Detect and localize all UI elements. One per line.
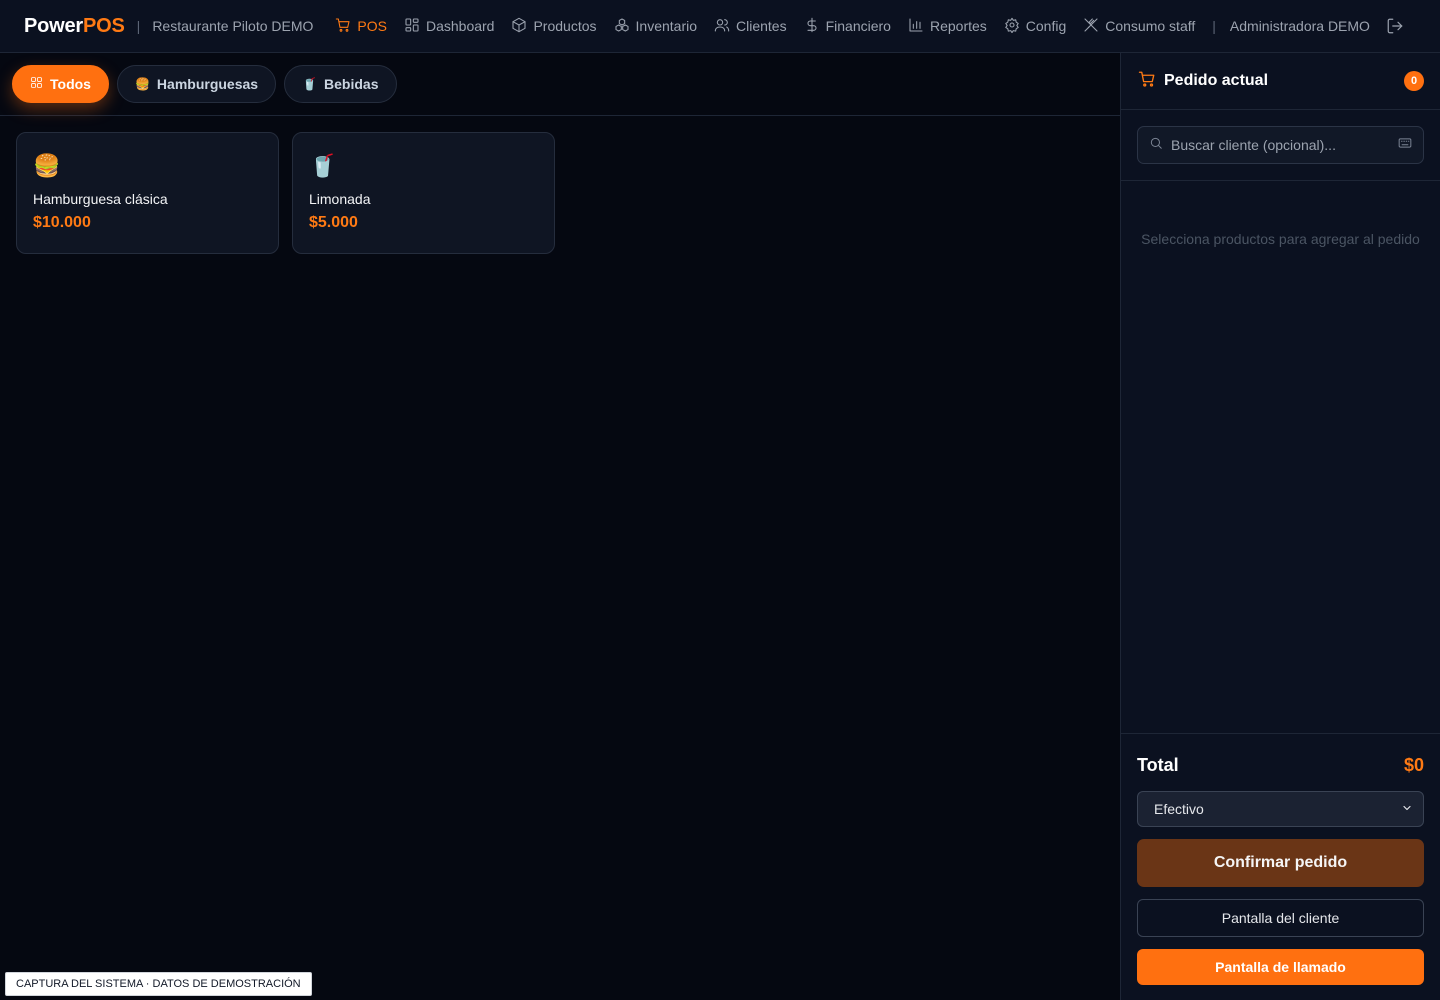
nav-item-label: Config [1025, 18, 1067, 34]
category-label: Hamburguesas [156, 76, 259, 92]
brand-name-main: Power [24, 14, 84, 37]
order-title: Pedido actual [1164, 72, 1269, 89]
boxes-icon [614, 17, 630, 36]
total-value: $0 [1403, 754, 1424, 775]
user-name[interactable]: Administradora DEMO [1230, 18, 1370, 34]
brand-name-accent: POS [83, 14, 125, 37]
nav-item-pos[interactable]: POS [335, 17, 387, 36]
drink-icon: 🥤 [309, 153, 337, 178]
nav-item-config[interactable]: Config [1004, 17, 1066, 36]
customer-search-section [1121, 110, 1440, 181]
burger-icon: 🍔 [134, 77, 150, 91]
brand-logo[interactable]: PowerPOS [24, 15, 125, 38]
utensils-icon [1083, 17, 1099, 36]
category-bar: Todos 🍔 Hamburguesas 🥤 Bebidas [0, 53, 1120, 116]
nav-item-label: POS [357, 18, 387, 34]
customer-screen-button[interactable]: Pantalla del cliente [1137, 899, 1424, 937]
product-price: $5.000 [309, 214, 358, 231]
order-count-badge: 0 [1404, 71, 1424, 91]
user-separator: | [1212, 18, 1216, 34]
nav-item-label: Reportes [929, 18, 987, 34]
product-name: Limonada [309, 191, 371, 207]
product-price: $10.000 [33, 214, 91, 231]
nav-item-label: Consumo staff [1105, 18, 1196, 34]
bar-chart-icon [908, 17, 924, 36]
cart-icon [335, 17, 351, 36]
grid-icon [30, 76, 43, 92]
cart-icon [1138, 70, 1156, 93]
product-card[interactable]: 🍔 Hamburguesa clásica $10.000 [16, 132, 279, 254]
nav-item-label: Financiero [825, 18, 891, 34]
chevron-down-icon [1401, 801, 1413, 817]
nav-item-financiero[interactable]: Financiero [804, 17, 891, 36]
nav-item-dashboard[interactable]: Dashboard [404, 17, 495, 36]
users-icon [714, 17, 730, 36]
payment-method-select[interactable]: Efectivo [1137, 791, 1424, 827]
nav-item-inventario[interactable]: Inventario [614, 17, 697, 36]
burger-icon: 🍔 [33, 153, 61, 178]
drink-icon: 🥤 [302, 77, 318, 91]
nav-item-productos[interactable]: Productos [511, 17, 597, 36]
nav-item-clientes[interactable]: Clientes [714, 17, 787, 36]
nav-item-label: Productos [533, 18, 597, 34]
confirm-order-button[interactable]: Confirmar pedido [1137, 839, 1424, 887]
keyboard-icon[interactable] [1398, 136, 1412, 155]
logout-icon[interactable] [1386, 17, 1404, 35]
total-label: Total [1137, 754, 1179, 775]
total-row: Total $0 [1137, 753, 1424, 777]
gear-icon [1004, 17, 1020, 36]
nav-item-reportes[interactable]: Reportes [908, 17, 987, 36]
customer-search-input[interactable] [1171, 137, 1398, 153]
category-label: Todos [50, 76, 91, 92]
nav-item-consumo-staff[interactable]: Consumo staff [1083, 17, 1195, 36]
dollar-icon [804, 17, 820, 36]
category-label: Bebidas [324, 76, 379, 92]
box-icon [511, 17, 527, 36]
call-screen-button[interactable]: Pantalla de llamado [1137, 949, 1424, 985]
order-footer: Total $0 Efectivo Confirmar pedido Panta… [1121, 733, 1440, 1000]
brand-separator: | [136, 18, 141, 34]
category-bebidas[interactable]: 🥤 Bebidas [284, 65, 397, 103]
grid-icon [404, 17, 420, 36]
restaurant-name: Restaurante Piloto DEMO [152, 18, 314, 34]
search-icon [1149, 136, 1163, 155]
category-todos[interactable]: Todos [12, 65, 109, 103]
product-grid: 🍔 Hamburguesa clásica $10.000 🥤 Limonada… [16, 132, 555, 254]
nav-item-label: Clientes [736, 18, 787, 34]
top-navigation-bar: PowerPOS | Restaurante Piloto DEMO POS D… [0, 0, 1440, 53]
empty-order-message: Selecciona productos para agregar al ped… [1141, 231, 1420, 247]
demo-data-stamp: CAPTURA DEL SISTEMA · DATOS DE DEMOSTRAC… [5, 972, 312, 996]
customer-search-box [1137, 126, 1424, 164]
category-hamburguesas[interactable]: 🍔 Hamburguesas [116, 65, 277, 103]
order-header: Pedido actual 0 [1121, 53, 1440, 110]
nav-item-label: Dashboard [425, 18, 495, 34]
product-name: Hamburguesa clásica [33, 191, 168, 207]
product-card[interactable]: 🥤 Limonada $5.000 [292, 132, 555, 254]
payment-method-value: Efectivo [1154, 801, 1204, 817]
order-panel: Pedido actual 0 Selecciona productos par… [1120, 53, 1440, 1000]
nav-item-label: Inventario [635, 18, 697, 34]
